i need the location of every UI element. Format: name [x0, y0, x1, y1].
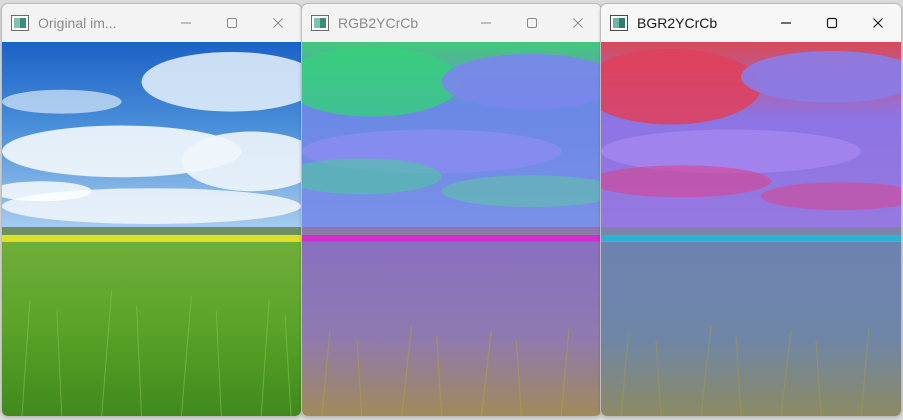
landscape-original-image — [2, 42, 301, 416]
maximize-icon[interactable] — [809, 4, 855, 42]
titlebar[interactable]: Original im... — [2, 4, 301, 42]
window-rgb2ycrcb[interactable]: RGB2YCrCb — [301, 3, 602, 417]
app-icon — [610, 15, 628, 31]
maximize-icon[interactable] — [509, 4, 555, 42]
minimize-icon[interactable] — [463, 4, 509, 42]
image-view-rgb2ycrcb — [302, 42, 601, 416]
landscape-bgr2ycrcb-image — [601, 42, 901, 416]
window-title: RGB2YCrCb — [338, 15, 419, 31]
window-title: BGR2YCrCb — [637, 15, 718, 31]
window-bgr2ycrcb[interactable]: BGR2YCrCb — [600, 3, 902, 417]
close-icon[interactable] — [855, 4, 901, 42]
window-original-image[interactable]: Original im... — [1, 3, 302, 417]
app-icon — [11, 15, 29, 31]
titlebar[interactable]: RGB2YCrCb — [302, 4, 601, 42]
close-icon[interactable] — [555, 4, 601, 42]
image-view-bgr2ycrcb — [601, 42, 901, 416]
minimize-icon[interactable] — [163, 4, 209, 42]
maximize-icon[interactable] — [209, 4, 255, 42]
titlebar[interactable]: BGR2YCrCb — [601, 4, 901, 42]
image-view-original — [2, 42, 301, 416]
landscape-rgb2ycrcb-image — [302, 42, 601, 416]
minimize-icon[interactable] — [763, 4, 809, 42]
window-title: Original im... — [38, 15, 117, 31]
app-icon — [311, 15, 329, 31]
close-icon[interactable] — [255, 4, 301, 42]
